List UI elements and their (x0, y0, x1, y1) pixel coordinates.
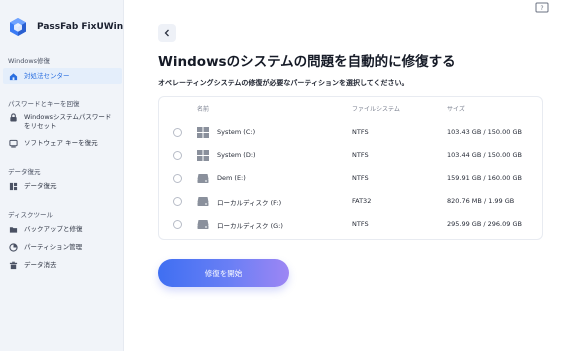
erase-icon (9, 261, 18, 270)
brand: PassFab FixUWin (8, 17, 123, 37)
sidebar: PassFab FixUWin Windows修復 対処法センター パスワードと… (0, 0, 124, 351)
table-row[interactable]: ローカルディスク (F:) FAT32 820.76 MB / 1.99 GB (159, 191, 542, 214)
drive-icon (197, 174, 209, 183)
partition-size: 295.99 GB / 296.09 GB (447, 220, 522, 228)
sidebar-item-backup-repair[interactable]: バックアップと修復 (6, 225, 122, 234)
svg-text:?: ? (540, 5, 543, 12)
sidebar-item-data-erase[interactable]: データ消去 (6, 261, 122, 270)
partition-radio[interactable] (173, 151, 182, 160)
sidebar-item-label: 対処法センター (24, 71, 70, 80)
table-row[interactable]: ローカルディスク (G:) NTFS 295.99 GB / 296.09 GB (159, 214, 542, 237)
partition-size: 103.44 GB / 150.00 GB (447, 151, 522, 159)
table-row[interactable]: Dem (E:) NTFS 159.91 GB / 160.00 GB (159, 168, 542, 191)
app-name: PassFab FixUWin (37, 22, 124, 32)
key-icon (9, 139, 18, 148)
partition-icon (9, 243, 18, 252)
sidebar-item-label: Windowsシステムパスワードをリセット (24, 113, 112, 130)
sidebar-item-partition-management[interactable]: パーティション管理 (6, 243, 122, 252)
column-header-filesystem: ファイルシステム (352, 106, 400, 113)
partition-name: Dem (E:) (217, 174, 246, 182)
partition-name: System (D:) (217, 151, 256, 159)
sidebar-item-solution-center[interactable]: 対処法センター (3, 68, 122, 84)
table-row[interactable]: System (D:) NTFS 103.44 GB / 150.00 GB (159, 145, 542, 168)
partition-table: 名前 ファイルシステム サイズ System (C:) NTFS 103.43 … (158, 96, 543, 240)
partition-filesystem: FAT32 (352, 197, 372, 205)
partition-name: System (C:) (217, 128, 256, 136)
section-title-password-key: パスワードとキーを回復 (8, 100, 80, 108)
partition-radio[interactable] (173, 174, 182, 183)
partition-filesystem: NTFS (352, 174, 369, 182)
sidebar-item-restore-key[interactable]: ソフトウェア キーを復元 (6, 139, 122, 148)
partition-size: 103.43 GB / 150.00 GB (447, 128, 522, 136)
partition-name: ローカルディスク (G:) (217, 222, 283, 230)
section-title-data-recovery: データ復元 (8, 168, 41, 176)
partition-filesystem: NTFS (352, 220, 369, 228)
app-logo-icon (10, 18, 26, 36)
drive-icon (197, 220, 209, 229)
table-row[interactable]: System (C:) NTFS 103.43 GB / 150.00 GB (159, 122, 542, 145)
windows-icon (197, 127, 209, 138)
partition-radio[interactable] (173, 197, 182, 206)
section-title-windows-repair: Windows修復 (8, 57, 51, 65)
feedback-icon[interactable]: ? (535, 2, 549, 14)
sidebar-item-label: パーティション管理 (24, 243, 83, 251)
lock-icon (9, 113, 18, 122)
column-header-size: サイズ (447, 106, 465, 113)
windows-icon (197, 150, 209, 161)
sidebar-item-label: データ復元 (24, 182, 57, 190)
page-subtitle: オペレーティングシステムの修復が必要なパーティションを選択してください。 (158, 79, 409, 87)
table-header: 名前 ファイルシステム サイズ (159, 97, 542, 119)
drive-icon (197, 197, 209, 206)
sidebar-item-data-recovery[interactable]: データ復元 (6, 182, 122, 191)
partition-radio[interactable] (173, 220, 182, 229)
home-icon (9, 72, 18, 81)
partition-size: 159.91 GB / 160.00 GB (447, 174, 522, 182)
partition-name: ローカルディスク (F:) (217, 199, 282, 207)
partition-filesystem: NTFS (352, 151, 369, 159)
back-button[interactable] (158, 24, 176, 42)
chevron-left-icon (164, 29, 169, 37)
column-header-name: 名前 (197, 106, 210, 113)
section-title-disk-tools: ディスクツール (8, 211, 54, 219)
database-icon (9, 182, 18, 191)
partition-filesystem: NTFS (352, 128, 369, 136)
folder-icon (9, 225, 18, 234)
page-title: Windowsのシステムの問題を自動的に修復する (158, 54, 456, 70)
sidebar-item-reset-password[interactable]: Windowsシステムパスワードをリセット (6, 113, 122, 131)
start-repair-button[interactable]: 修復を開始 (158, 259, 289, 287)
sidebar-item-label: データ消去 (24, 261, 57, 269)
sidebar-item-label: バックアップと修復 (24, 225, 83, 233)
partition-size: 820.76 MB / 1.99 GB (447, 197, 515, 205)
sidebar-item-label: ソフトウェア キーを復元 (24, 139, 98, 147)
partition-radio[interactable] (173, 128, 182, 137)
